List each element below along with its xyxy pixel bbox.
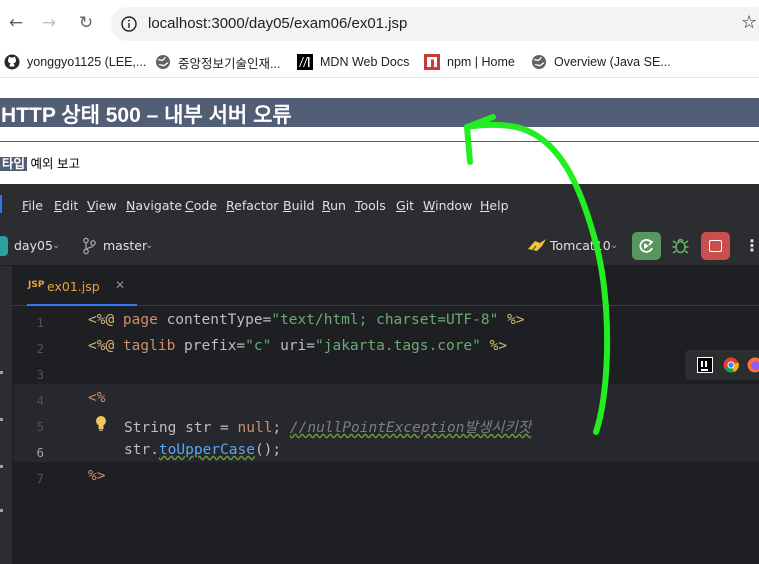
annotation-arrow <box>464 114 611 435</box>
